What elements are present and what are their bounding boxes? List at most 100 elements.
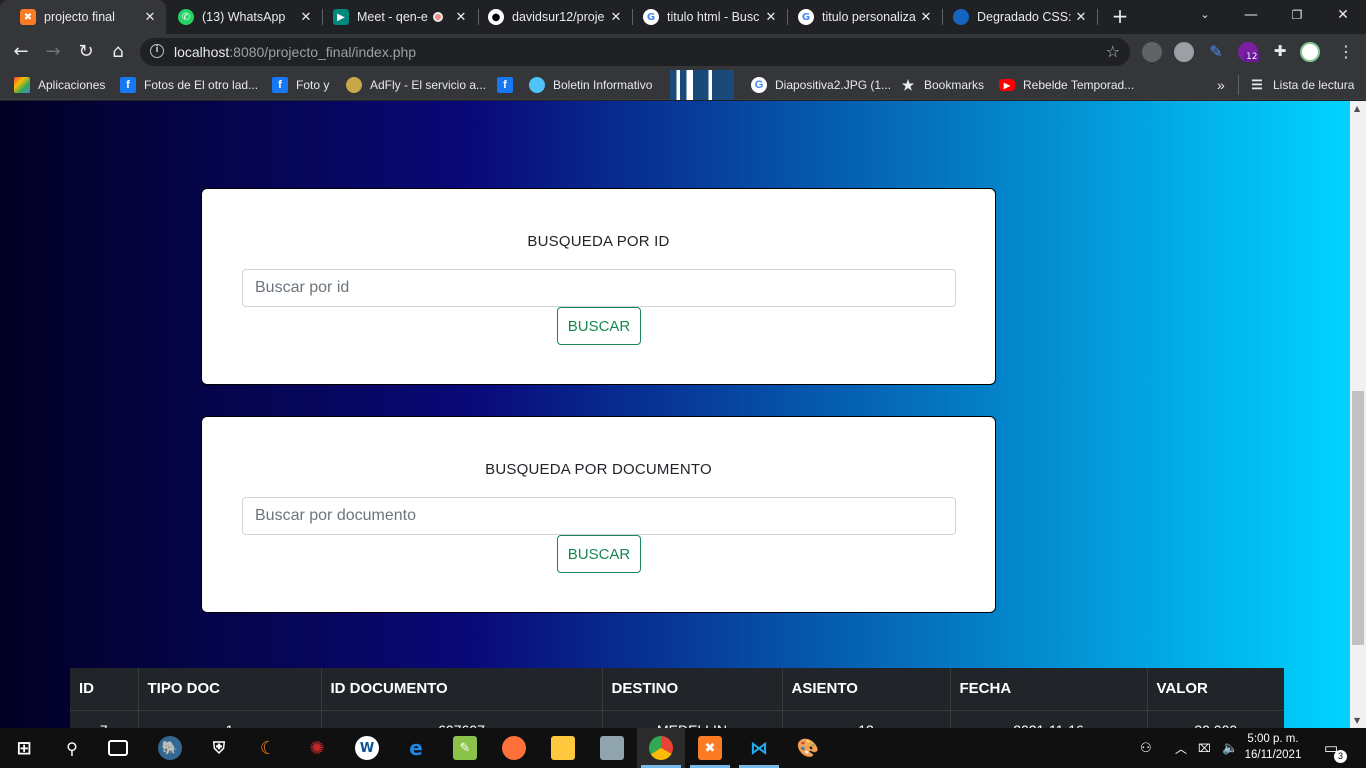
tray-chevron-icon[interactable]: ︿ [1175, 728, 1187, 768]
close-icon[interactable]: ✕ [140, 10, 160, 25]
image-viewer-icon[interactable] [600, 736, 624, 760]
system-clock[interactable]: 5:00 p. m. 16/11/2021 [1240, 731, 1306, 763]
network-icon[interactable]: ⌧ [1198, 728, 1211, 768]
tab-projecto-final[interactable]: ✖ projecto final ✕ [0, 0, 166, 34]
eclipse-icon[interactable]: ☾ [256, 736, 280, 760]
address-bar[interactable]: i localhost:8080/projecto_final/index.ph… [140, 38, 1130, 66]
extension-feather-icon[interactable]: ✎ [1206, 42, 1226, 62]
tab-title: davidsur12/proje [512, 10, 605, 24]
bookmark-adfly[interactable]: AdFly - El servicio a... [346, 76, 486, 94]
edge-icon[interactable]: e [404, 736, 428, 760]
paint-icon[interactable]: 🎨 [796, 736, 820, 760]
bookmark-image-banner[interactable] [670, 70, 734, 100]
search-by-document-heading: BUSQUEDA POR DOCUMENTO [485, 461, 712, 478]
xampp-icon[interactable]: ✖ [698, 736, 722, 760]
postgresql-icon[interactable]: 🐘 [158, 736, 182, 760]
tab-whatsapp[interactable]: ✆ (13) WhatsApp ✕ [158, 0, 322, 34]
scrollbar-thumb[interactable] [1352, 391, 1364, 645]
tab-title: titulo html - Busc [667, 10, 760, 24]
search-id-input[interactable] [242, 269, 956, 307]
clock-date: 16/11/2021 [1244, 749, 1302, 761]
notification-center-icon[interactable]: ▭ 3 [1324, 728, 1347, 768]
facebook-icon: f [497, 77, 513, 93]
spider-icon[interactable]: ✺ [305, 736, 329, 760]
bookmark-aplicaciones[interactable]: Aplicaciones [14, 76, 105, 94]
minimize-icon[interactable]: — [1228, 0, 1274, 30]
home-icon[interactable]: ⌂ [106, 40, 130, 64]
apps-grid-icon [14, 77, 30, 93]
tab-separator [1097, 9, 1098, 25]
close-window-icon[interactable]: ✕ [1320, 0, 1366, 30]
globe-icon [529, 77, 545, 93]
bookmark-boletin[interactable]: Boletin Informativo [529, 76, 652, 94]
tab-search-icon[interactable]: ⌄ [1182, 0, 1228, 30]
column-header-id: ID [70, 668, 139, 711]
tab-titulo-personalizado[interactable]: G titulo personaliza ✕ [778, 0, 942, 34]
column-header-tipo-doc: TIPO DOC [138, 668, 322, 711]
tab-title: projecto final [44, 10, 115, 24]
page-scrollbar[interactable]: ▲ ▼ [1350, 101, 1366, 728]
google-icon: G [751, 77, 767, 93]
table-row: 7 1 607607 MEDELLIN 12 2021-11-16 30.000 [70, 710, 1284, 728]
notepad-plus-icon[interactable]: ✎ [453, 736, 477, 760]
tab-meet[interactable]: ▶ Meet - qen-e ✕ [313, 0, 477, 34]
forward-icon[interactable]: → [41, 40, 65, 64]
bookmark-label: Boletin Informativo [553, 78, 653, 92]
bookmark-diapositiva[interactable]: G Diapositiva2.JPG (1... [751, 76, 891, 94]
page-viewport: BUSQUEDA POR ID BUSCAR BUSQUEDA POR DOCU… [0, 101, 1350, 728]
tab-titulo-html[interactable]: G titulo html - Busc ✕ [623, 0, 787, 34]
table-header-row: ID TIPO DOC ID DOCUMENTO DESTINO ASIENTO… [70, 668, 1284, 711]
firefox-icon[interactable] [502, 736, 526, 760]
xampp-icon: ✖ [20, 9, 36, 25]
reading-list-button[interactable]: ☰ Lista de lectura [1249, 76, 1354, 94]
menu-kebab-icon[interactable]: ⋮ [1336, 42, 1356, 62]
extension-icon[interactable]: 12 [1238, 42, 1260, 62]
bookmark-bookmarks[interactable]: ★ Bookmarks [900, 76, 984, 94]
youtube-icon: ▶ [999, 79, 1015, 91]
tab-degradado-css[interactable]: Degradado CSS: ✕ [933, 0, 1097, 34]
column-header-id-documento: ID DOCUMENTO [321, 668, 603, 711]
reload-icon[interactable]: ↻ [74, 40, 98, 64]
task-view-icon[interactable] [108, 740, 128, 756]
recording-indicator-icon [433, 12, 443, 22]
github-icon: ● [488, 9, 504, 25]
extension-badge: 12 [1244, 52, 1260, 62]
clock-time: 5:00 p. m. [1247, 733, 1299, 745]
bookmark-fotos-otro-lado[interactable]: f Fotos de El otro lad... [120, 76, 258, 94]
extension-icon[interactable] [1142, 42, 1162, 62]
tab-github[interactable]: ● davidsur12/proje ✕ [468, 0, 632, 34]
chrome-icon[interactable] [649, 736, 673, 760]
whatsapp-icon: ✆ [178, 9, 194, 25]
bookmark-star-icon[interactable]: ☆ [1106, 42, 1120, 61]
bookmarks-overflow-button[interactable]: » [1217, 76, 1225, 94]
back-icon[interactable]: ← [9, 40, 33, 64]
extension-icon[interactable] [1174, 42, 1194, 62]
bookmark-label: Rebelde Temporad... [1023, 78, 1135, 92]
security-shield-icon[interactable]: ⛨ [207, 736, 231, 760]
bookmark-facebook[interactable]: f [497, 76, 521, 94]
search-by-document-card: BUSQUEDA POR DOCUMENTO BUSCAR [201, 416, 996, 613]
bookmark-rebelde[interactable]: ▶ Rebelde Temporad... [999, 76, 1134, 94]
volume-icon[interactable]: 🔈 [1222, 728, 1238, 768]
file-explorer-icon[interactable] [551, 736, 575, 760]
vscode-icon[interactable]: ⋈ [747, 736, 771, 760]
restore-icon[interactable]: ❐ [1274, 0, 1320, 30]
windows-start-icon[interactable]: ⊞ [12, 736, 36, 760]
search-icon[interactable]: ⚲ [60, 736, 84, 760]
scroll-up-icon[interactable]: ▲ [1354, 104, 1360, 113]
close-icon[interactable]: ✕ [1071, 10, 1091, 25]
new-tab-button[interactable]: + [1108, 4, 1132, 28]
scroll-down-icon[interactable]: ▼ [1354, 716, 1360, 725]
app-w-icon[interactable]: W [355, 736, 379, 760]
tab-title: Degradado CSS: [977, 10, 1071, 24]
search-id-button[interactable]: BUSCAR [557, 307, 641, 345]
people-icon[interactable]: ⚇ [1140, 728, 1152, 768]
extensions-puzzle-icon[interactable]: ✚ [1270, 42, 1290, 62]
search-document-input[interactable] [242, 497, 956, 535]
cell-valor: 30.000 [1147, 710, 1284, 728]
reading-list-label: Lista de lectura [1273, 78, 1355, 92]
search-document-button[interactable]: BUSCAR [557, 535, 641, 573]
bookmark-foto-y[interactable]: f Foto y [272, 76, 329, 94]
site-info-icon[interactable]: i [150, 44, 164, 58]
profile-avatar[interactable] [1300, 42, 1320, 62]
